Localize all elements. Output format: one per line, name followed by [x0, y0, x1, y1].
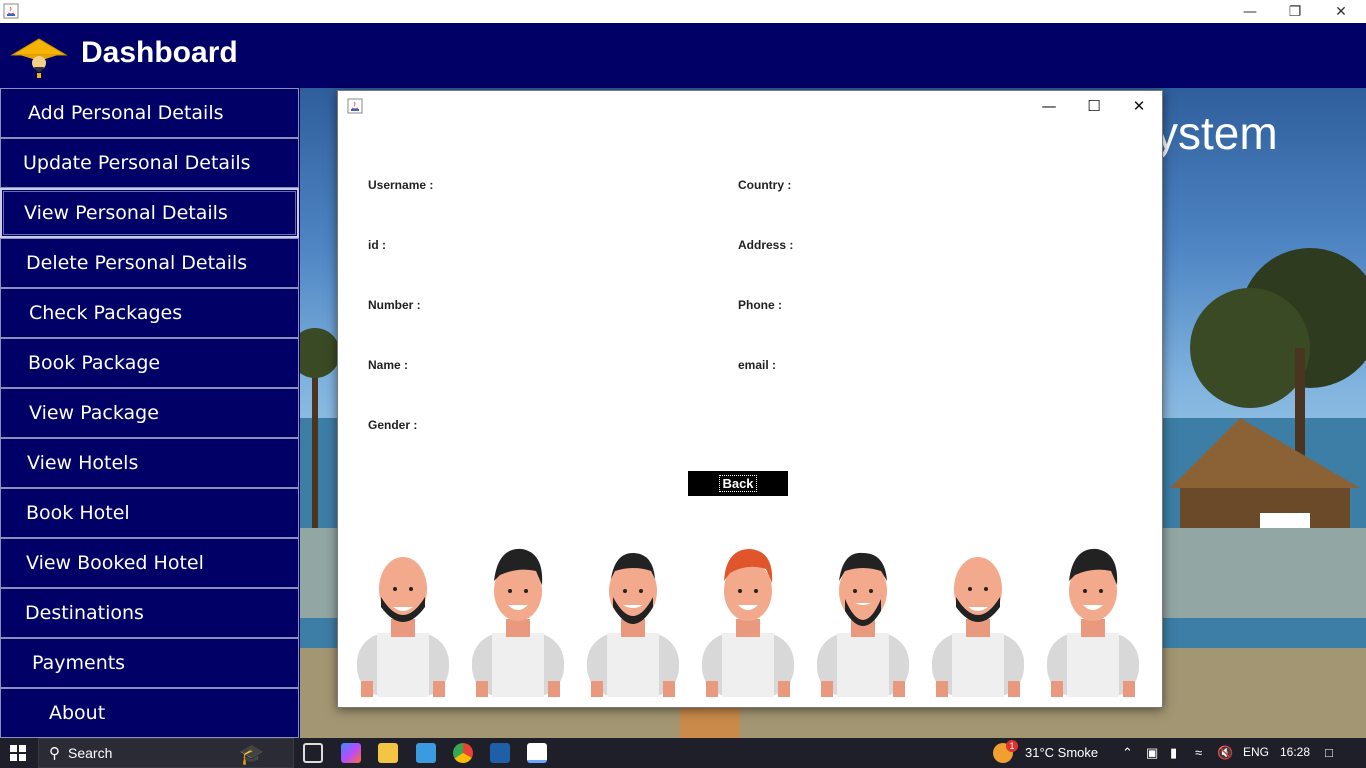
sidebar-item-book-hotel[interactable]: Book Hotel [0, 488, 299, 538]
avatar [700, 541, 796, 701]
avatar [585, 541, 681, 701]
weather-badge: 1 [1006, 740, 1018, 752]
username-label: Username : [368, 178, 434, 192]
copilot-icon[interactable] [341, 743, 361, 763]
chrome-icon[interactable] [453, 743, 473, 763]
back-button[interactable]: Back [688, 471, 788, 496]
notification-icon[interactable]: □ [1325, 745, 1333, 760]
sidebar-item-view-booked-hotel[interactable]: View Booked Hotel [0, 538, 299, 588]
sidebar-item-destinations[interactable]: Destinations [0, 588, 299, 638]
sidebar-item-payments[interactable]: Payments [0, 638, 299, 688]
dialog-minimize-icon[interactable]: — [1035, 95, 1063, 117]
sidebar-item-view-personal-details[interactable]: View Personal Details [0, 188, 299, 238]
sidebar-item-check-packages[interactable]: Check Packages [0, 288, 299, 338]
sidebar-item-book-package[interactable]: Book Package [0, 338, 299, 388]
java-app-icon [347, 98, 363, 114]
app-cube-icon[interactable] [416, 743, 436, 763]
background-partial-title: ystem [1155, 107, 1278, 159]
country-label: Country : [738, 178, 792, 192]
taskbar-search-box[interactable]: ⚲ Search 🎓 [38, 738, 294, 768]
sidebar-item-add-personal-details[interactable]: Add Personal Details [0, 88, 299, 138]
camera-icon: ▣ [1146, 745, 1159, 760]
java-app-taskbar-icon[interactable] [527, 743, 547, 763]
wifi-icon: ≈ [1195, 745, 1203, 760]
taskbar: ⚲ Search 🎓 1 31°C Smoke ⌃ ▣ ▮ ≈ 🔇 ENG 16… [0, 738, 1366, 768]
sidebar-item-view-hotels[interactable]: View Hotels [0, 438, 299, 488]
back-button-label: Back [719, 475, 757, 492]
chevron-up-icon[interactable]: ⌃ [1122, 745, 1133, 761]
sidebar-item-update-personal-details[interactable]: Update Personal Details [0, 138, 299, 188]
java-app-icon [3, 3, 19, 19]
battery-icon: ▮ [1170, 745, 1178, 760]
graduation-cap-icon: 🎓 [239, 744, 264, 766]
language-indicator[interactable]: ENG [1243, 745, 1269, 759]
avatar [815, 541, 911, 701]
address-label: Address : [738, 238, 794, 252]
avatar [930, 541, 1026, 701]
dialog-close-icon[interactable]: ✕ [1125, 95, 1153, 117]
weather-text[interactable]: 31°C Smoke [1025, 745, 1098, 760]
file-explorer-icon[interactable] [378, 743, 398, 763]
search-icon: ⚲ [49, 745, 60, 762]
avatar [470, 541, 566, 701]
volume-mute-icon[interactable]: 🔇 [1217, 745, 1233, 761]
task-view-icon[interactable] [303, 743, 323, 763]
avatar [1045, 541, 1141, 701]
page-title: Dashboard [81, 36, 238, 69]
dialog-maximize-icon[interactable]: ☐ [1080, 95, 1108, 117]
traveler-logo-icon [10, 33, 68, 83]
search-placeholder: Search [68, 745, 113, 761]
netbeans-icon[interactable] [490, 743, 510, 763]
phone-label: Phone : [738, 298, 782, 312]
sidebar: Add Personal Details Update Personal Det… [0, 88, 300, 738]
sidebar-item-about[interactable]: About [0, 688, 299, 738]
clock[interactable]: 16:28 [1280, 745, 1310, 759]
email-label: email : [738, 358, 777, 372]
gender-label: Gender : [368, 418, 418, 432]
view-personal-details-dialog: — ☐ ✕ Username : id : Number : Name : Ge… [337, 90, 1163, 708]
sidebar-item-view-package[interactable]: View Package [0, 388, 299, 438]
avatar [355, 541, 451, 701]
id-label: id : [368, 238, 386, 252]
close-icon[interactable]: ✕ [1318, 0, 1364, 23]
windows-start-icon[interactable] [10, 745, 26, 761]
minimize-icon[interactable]: — [1227, 0, 1273, 23]
window-titlebar: — ❐ ✕ [0, 0, 1366, 23]
header-bar: Dashboard [0, 23, 1366, 88]
restore-icon[interactable]: ❐ [1272, 0, 1318, 23]
name-label: Name : [368, 358, 409, 372]
sidebar-item-delete-personal-details[interactable]: Delete Personal Details [0, 238, 299, 288]
number-label: Number : [368, 298, 421, 312]
